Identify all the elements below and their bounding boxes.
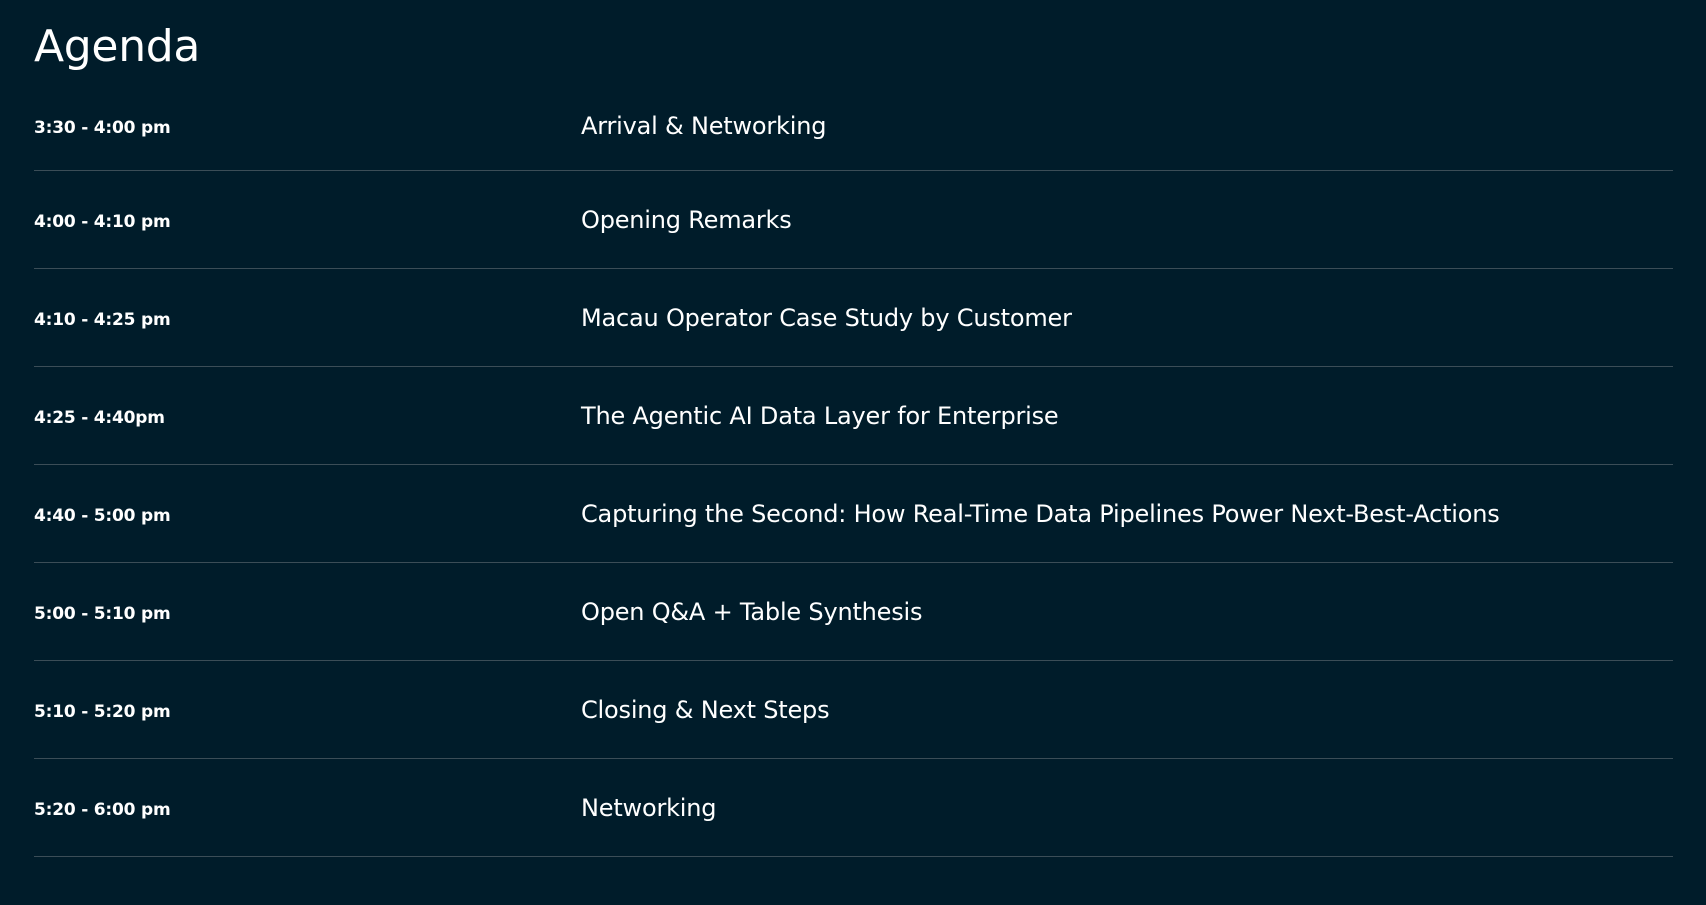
agenda-time: 3:30 - 4:00 pm <box>34 118 171 138</box>
agenda-time: 4:10 - 4:25 pm <box>34 309 171 330</box>
agenda-time: 4:25 - 4:40pm <box>34 407 165 428</box>
agenda-topic: Open Q&A + Table Synthesis <box>581 597 923 626</box>
agenda-topic: Closing & Next Steps <box>581 695 830 724</box>
agenda-row: 4:25 - 4:40pm The Agentic AI Data Layer … <box>34 367 1673 465</box>
agenda-row: 5:10 - 5:20 pm Closing & Next Steps <box>34 661 1673 759</box>
agenda-time: 5:00 - 5:10 pm <box>34 603 171 624</box>
agenda-list: 3:30 - 4:00 pm Arrival & Networking 4:00… <box>34 82 1673 857</box>
agenda-topic: Opening Remarks <box>581 205 792 234</box>
page-title: Agenda <box>34 21 201 72</box>
agenda-topic: Macau Operator Case Study by Customer <box>581 303 1072 332</box>
agenda-topic: Networking <box>581 793 717 822</box>
agenda-time: 4:00 - 4:10 pm <box>34 211 171 232</box>
agenda-row: 4:10 - 4:25 pm Macau Operator Case Study… <box>34 269 1673 367</box>
agenda-row: 5:20 - 6:00 pm Networking <box>34 759 1673 857</box>
agenda-row: 3:30 - 4:00 pm Arrival & Networking <box>34 82 1673 171</box>
agenda-time: 5:10 - 5:20 pm <box>34 701 171 722</box>
agenda-time: 5:20 - 6:00 pm <box>34 799 171 820</box>
agenda-row: 5:00 - 5:10 pm Open Q&A + Table Synthesi… <box>34 563 1673 661</box>
agenda-topic: The Agentic AI Data Layer for Enterprise <box>581 401 1059 430</box>
agenda-row: 4:00 - 4:10 pm Opening Remarks <box>34 171 1673 269</box>
agenda-topic: Arrival & Networking <box>581 112 827 140</box>
agenda-page: Agenda 3:30 - 4:00 pm Arrival & Networki… <box>0 0 1706 905</box>
agenda-time: 4:40 - 5:00 pm <box>34 505 171 526</box>
agenda-topic: Capturing the Second: How Real-Time Data… <box>581 499 1500 528</box>
agenda-row: 4:40 - 5:00 pm Capturing the Second: How… <box>34 465 1673 563</box>
